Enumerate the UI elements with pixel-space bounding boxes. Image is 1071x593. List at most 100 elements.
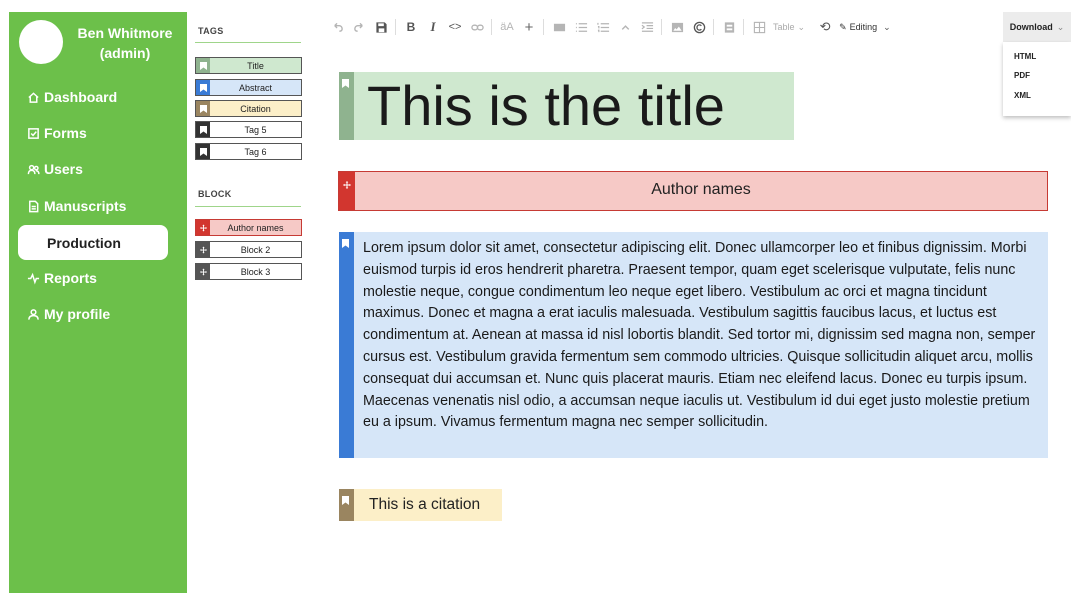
nav-item-production[interactable]: Production — [18, 225, 168, 260]
italic-icon: I — [430, 19, 436, 34]
tag-label: Title — [247, 60, 264, 71]
move-icon — [196, 264, 210, 279]
download-menu: HTML PDF XML — [1003, 42, 1071, 116]
nav-item-label: Dashboard — [44, 89, 118, 105]
nav-item-my-profile[interactable]: My profile — [27, 303, 110, 325]
media-button[interactable] — [669, 17, 685, 37]
undo-button[interactable] — [329, 17, 345, 37]
citation-text[interactable]: This is a citation — [369, 496, 480, 514]
abstract-text[interactable]: Lorem ipsum dolor sit amet, consectetur … — [363, 238, 1043, 434]
nav-item-dashboard[interactable]: Dashboard — [27, 86, 117, 108]
download-label: Download — [1009, 22, 1053, 32]
toolbar-divider — [661, 19, 662, 35]
citation-block[interactable]: This is a citation — [339, 489, 502, 521]
document-icon — [29, 200, 39, 212]
block-heading: BLOCK — [198, 189, 232, 199]
download-option-html[interactable]: HTML — [1014, 52, 1036, 61]
bookmark-icon — [342, 75, 349, 88]
home-icon — [28, 91, 39, 103]
nav-item-label: My profile — [44, 306, 111, 322]
image-button[interactable] — [551, 17, 567, 37]
editor-toolbar: B I <> äA + Table ⌄ ⟲ ✎ Editing ⌄ — [321, 12, 1071, 42]
tag-marker[interactable] — [339, 232, 354, 458]
tag-label: Tag 6 — [244, 146, 267, 157]
nav-item-manuscripts[interactable]: Manuscripts — [27, 195, 126, 217]
bookmark-icon — [342, 235, 349, 248]
save-icon — [375, 21, 387, 33]
download-button[interactable]: Download ⌄ — [1003, 12, 1071, 42]
link-button[interactable] — [469, 17, 485, 37]
title-block[interactable]: This is the title — [339, 72, 794, 140]
toolbar-divider — [395, 19, 396, 35]
download-option-xml[interactable]: XML — [1014, 91, 1031, 100]
tag-tag-6[interactable]: Tag 6 — [195, 143, 302, 160]
nav-item-label: Reports — [44, 270, 97, 286]
toolbar-divider — [543, 19, 544, 35]
code-button[interactable]: <> — [447, 17, 463, 37]
bookmark-icon — [196, 122, 210, 137]
image-icon — [553, 23, 565, 31]
tag-abstract[interactable]: Abstract — [195, 79, 302, 96]
nav-item-users[interactable]: Users — [27, 158, 83, 180]
bullet-list-icon — [575, 22, 587, 32]
tag-citation[interactable]: Citation — [195, 100, 302, 117]
tag-label: Tag 5 — [244, 124, 267, 135]
editing-mode-dropdown[interactable]: ✎ Editing — [839, 22, 877, 33]
save-button[interactable] — [373, 17, 389, 37]
move-icon — [196, 220, 210, 235]
author-names-block[interactable]: Author names — [338, 171, 1048, 211]
case-button[interactable]: äA — [499, 17, 515, 37]
avatar[interactable] — [19, 20, 63, 64]
divider — [195, 42, 301, 43]
author-names-text[interactable]: Author names — [355, 181, 1047, 199]
find-replace-button[interactable]: ⟲ — [817, 17, 833, 37]
copyright-icon — [693, 21, 705, 33]
nav-item-forms[interactable]: Forms — [27, 122, 87, 144]
indent-button[interactable] — [639, 17, 655, 37]
editing-mode-toggle[interactable]: ⌄ — [883, 22, 891, 33]
nav-item-reports[interactable]: Reports — [27, 267, 97, 289]
tag-marker[interactable] — [339, 489, 354, 521]
copyright-button[interactable] — [691, 17, 707, 37]
bold-button[interactable]: B — [403, 17, 419, 37]
ordered-list-icon — [596, 22, 609, 32]
nav-item-label: Manuscripts — [44, 198, 127, 214]
plus-icon: + — [524, 18, 534, 36]
block-author-names[interactable]: Author names — [195, 219, 302, 236]
chevron-down-icon: ⌄ — [1056, 21, 1065, 32]
insert-button[interactable]: + — [521, 17, 537, 37]
block-block-3[interactable]: Block 3 — [195, 263, 302, 280]
tag-tag-5[interactable]: Tag 5 — [195, 121, 302, 138]
tag-label: Abstract — [238, 82, 272, 93]
find-replace-icon: ⟲ — [819, 19, 831, 34]
tag-marker[interactable] — [339, 72, 354, 140]
tags-panel: TAGS Title Abstract Citation Tag 5 Tag 6… — [187, 12, 321, 593]
ordered-list-button[interactable] — [595, 17, 611, 37]
editing-label: Editing — [849, 22, 878, 32]
italic-button[interactable]: I — [425, 17, 441, 37]
redo-button[interactable] — [351, 17, 367, 37]
block-label: Block 3 — [240, 266, 271, 277]
download-option-pdf[interactable]: PDF — [1014, 71, 1030, 80]
pencil-icon: ✎ — [839, 21, 847, 32]
undo-icon — [333, 22, 343, 32]
bookmark-icon — [196, 144, 210, 159]
tag-label: Citation — [240, 103, 271, 114]
footnote-button[interactable] — [721, 17, 737, 37]
abstract-block[interactable]: Lorem ipsum dolor sit amet, consectetur … — [339, 232, 1048, 458]
table-button[interactable] — [751, 17, 767, 37]
lift-button[interactable] — [617, 17, 633, 37]
bookmark-icon — [342, 492, 349, 505]
block-block-2[interactable]: Block 2 — [195, 241, 302, 258]
table-dropdown[interactable]: Table ⌄ — [773, 22, 805, 33]
block-drag-handle[interactable] — [339, 172, 355, 210]
document-title[interactable]: This is the title — [367, 74, 725, 138]
table-icon — [753, 21, 765, 33]
block-label: Block 2 — [240, 244, 271, 255]
tag-title[interactable]: Title — [195, 57, 302, 74]
bullet-list-button[interactable] — [573, 17, 589, 37]
block-label: Author names — [227, 222, 284, 233]
bookmark-icon — [196, 80, 210, 95]
person-icon — [28, 308, 39, 320]
user-name: Ben Whitmore — [77, 25, 173, 41]
